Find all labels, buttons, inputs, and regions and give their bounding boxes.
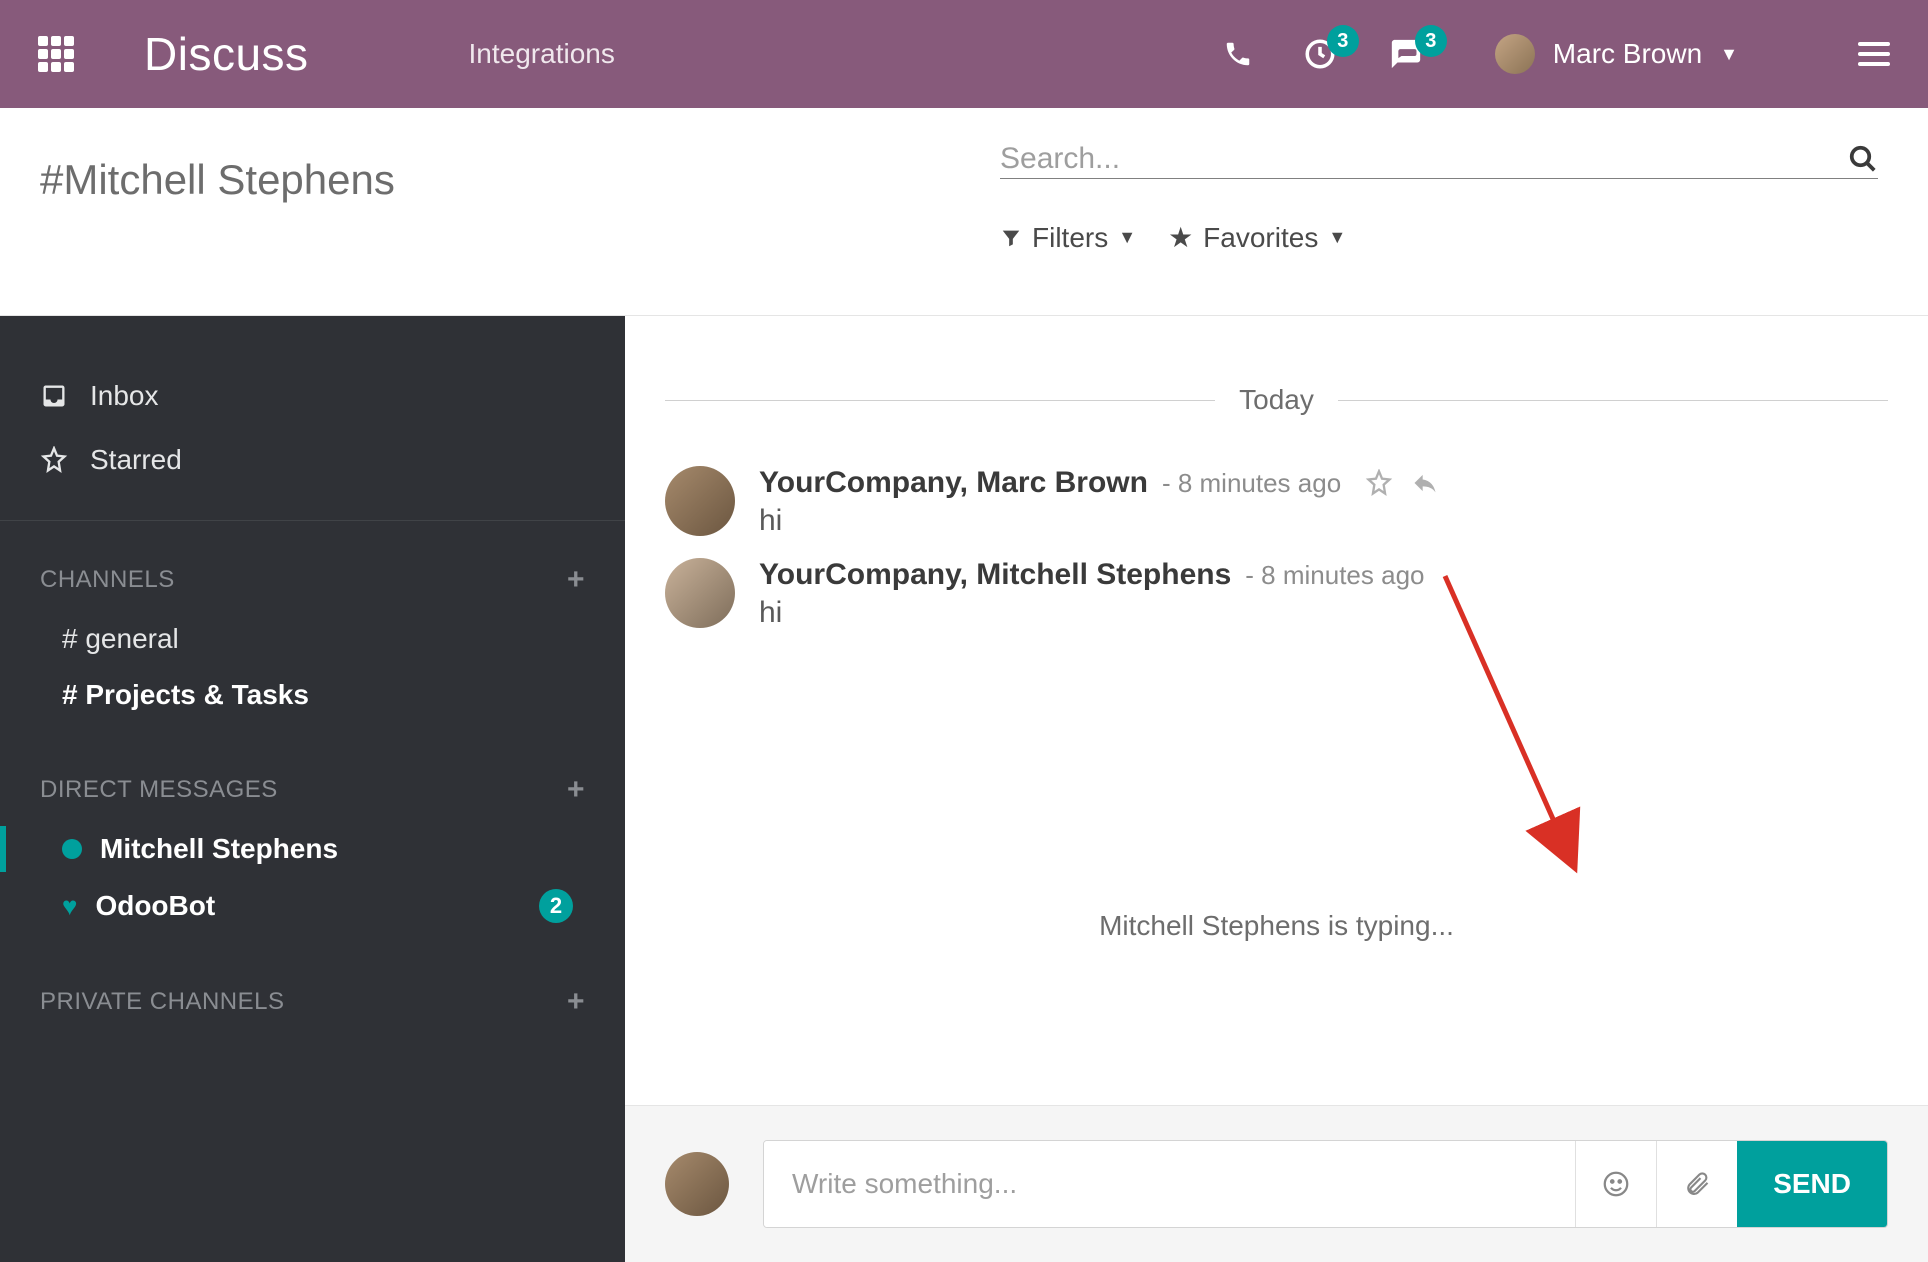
status-online-icon xyxy=(62,839,82,859)
sidebar-starred[interactable]: Starred xyxy=(0,428,625,492)
activity-badge: 3 xyxy=(1327,25,1359,57)
channel-title: #Mitchell Stephens xyxy=(40,156,1000,204)
avatar xyxy=(665,558,735,628)
dm-label: OdooBot xyxy=(95,890,215,922)
message-time: 8 minutes ago xyxy=(1245,560,1424,591)
avatar xyxy=(665,466,735,536)
thread: Today YourCompany, Marc Brown 8 minutes … xyxy=(625,316,1928,1262)
private-header-label: PRIVATE CHANNELS xyxy=(40,988,285,1016)
body: Inbox Starred CHANNELS + # general # Pro… xyxy=(0,316,1928,1262)
reply-icon[interactable] xyxy=(1411,469,1439,497)
send-button[interactable]: SEND xyxy=(1737,1141,1887,1227)
caret-down-icon: ▼ xyxy=(1328,227,1346,248)
debug-menu-icon[interactable] xyxy=(1858,42,1890,66)
dm-header-label: DIRECT MESSAGES xyxy=(40,776,278,804)
composer: SEND xyxy=(625,1105,1928,1262)
filters-dropdown[interactable]: Filters ▼ xyxy=(1000,221,1136,254)
sidebar-dm-header: DIRECT MESSAGES + xyxy=(0,759,625,821)
composer-box: SEND xyxy=(763,1140,1888,1228)
favorites-dropdown[interactable]: ★ Favorites ▼ xyxy=(1168,221,1346,254)
search-icon[interactable] xyxy=(1848,144,1878,174)
add-dm-icon[interactable]: + xyxy=(567,773,585,807)
channel-label: # general xyxy=(62,623,179,655)
thread-scroll: Today YourCompany, Marc Brown 8 minutes … xyxy=(625,316,1928,1105)
dm-badge: 2 xyxy=(539,889,573,923)
filter-icon xyxy=(1000,227,1022,249)
sidebar-private-header: PRIVATE CHANNELS + xyxy=(0,971,625,1033)
add-channel-icon[interactable]: + xyxy=(567,563,585,597)
message-row: YourCompany, Marc Brown 8 minutes ago hi xyxy=(625,456,1928,548)
day-separator: Today xyxy=(665,384,1888,416)
messages-icon[interactable]: 3 xyxy=(1387,37,1425,71)
sidebar-inbox-label: Inbox xyxy=(90,380,159,412)
sidebar-channel-projects[interactable]: # Projects & Tasks xyxy=(0,667,625,723)
star-icon: ★ xyxy=(1168,221,1193,254)
message-body: hi xyxy=(759,596,1888,630)
star-message-icon[interactable] xyxy=(1365,469,1393,497)
message-body: hi xyxy=(759,504,1888,538)
inbox-icon xyxy=(40,382,68,410)
subheader: #Mitchell Stephens Filters ▼ ★ Favorites… xyxy=(0,108,1928,316)
star-outline-icon xyxy=(40,446,68,474)
sidebar-channel-general[interactable]: # general xyxy=(0,611,625,667)
sidebar-dm-mitchell[interactable]: Mitchell Stephens xyxy=(0,821,625,877)
day-separator-label: Today xyxy=(1239,384,1314,416)
phone-icon[interactable] xyxy=(1223,39,1253,69)
attachment-icon[interactable] xyxy=(1656,1141,1736,1227)
sidebar-channels-header: CHANNELS + xyxy=(0,549,625,611)
dm-label: Mitchell Stephens xyxy=(100,833,338,865)
heart-icon: ♥ xyxy=(62,891,77,922)
filters-label: Filters xyxy=(1032,222,1108,254)
topbar: Discuss Integrations 3 3 Marc Brown ▼ xyxy=(0,0,1928,108)
message-time: 8 minutes ago xyxy=(1162,468,1341,499)
message-author: YourCompany, Marc Brown xyxy=(759,466,1148,500)
caret-down-icon: ▼ xyxy=(1720,44,1738,65)
typing-indicator: Mitchell Stephens is typing... xyxy=(625,910,1928,942)
search-input[interactable] xyxy=(1000,142,1848,176)
avatar xyxy=(1495,34,1535,74)
channels-header-label: CHANNELS xyxy=(40,566,175,594)
activity-icon[interactable]: 3 xyxy=(1303,37,1337,71)
composer-input[interactable] xyxy=(764,1141,1575,1227)
active-marker xyxy=(0,826,6,872)
apps-menu-icon[interactable] xyxy=(38,36,74,72)
sidebar-dm-odoobot[interactable]: ♥ OdooBot 2 xyxy=(0,877,625,935)
caret-down-icon: ▼ xyxy=(1118,227,1136,248)
add-private-icon[interactable]: + xyxy=(567,985,585,1019)
search-bar xyxy=(1000,142,1878,179)
app-title: Discuss xyxy=(144,27,309,81)
emoji-icon[interactable] xyxy=(1575,1141,1655,1227)
user-name: Marc Brown xyxy=(1553,38,1702,70)
sidebar-inbox[interactable]: Inbox xyxy=(0,364,625,428)
user-menu[interactable]: Marc Brown ▼ xyxy=(1495,34,1738,74)
avatar xyxy=(665,1152,729,1216)
sidebar-starred-label: Starred xyxy=(90,444,182,476)
favorites-label: Favorites xyxy=(1203,222,1318,254)
sidebar: Inbox Starred CHANNELS + # general # Pro… xyxy=(0,316,625,1262)
message-row: YourCompany, Mitchell Stephens 8 minutes… xyxy=(625,548,1928,640)
messages-badge: 3 xyxy=(1415,25,1447,57)
channel-label: # Projects & Tasks xyxy=(62,679,309,711)
message-author: YourCompany, Mitchell Stephens xyxy=(759,558,1231,592)
nav-integrations[interactable]: Integrations xyxy=(469,38,615,70)
